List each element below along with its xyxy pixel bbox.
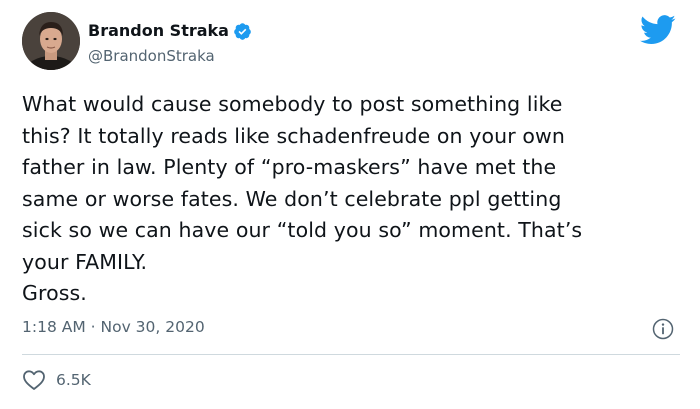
author-handle[interactable]: @BrandonStraka [88, 46, 215, 66]
info-icon[interactable] [652, 318, 674, 340]
avatar[interactable] [22, 12, 80, 70]
divider [22, 354, 680, 355]
heart-icon[interactable] [22, 369, 46, 391]
tweet-timestamp[interactable]: 1:18 AM · Nov 30, 2020 [22, 317, 205, 337]
tweet-body-text: What would cause somebody to post someth… [22, 92, 583, 305]
author-name-row[interactable]: Brandon Straka [88, 21, 252, 41]
like-count: 6.5K [56, 371, 91, 389]
tweet-card: Brandon Straka @BrandonStraka What would… [0, 0, 700, 409]
author-display-name[interactable]: Brandon Straka [88, 21, 229, 41]
verified-badge-icon [233, 22, 252, 41]
twitter-bird-icon[interactable] [640, 15, 676, 45]
like-action[interactable]: 6.5K [22, 369, 91, 391]
